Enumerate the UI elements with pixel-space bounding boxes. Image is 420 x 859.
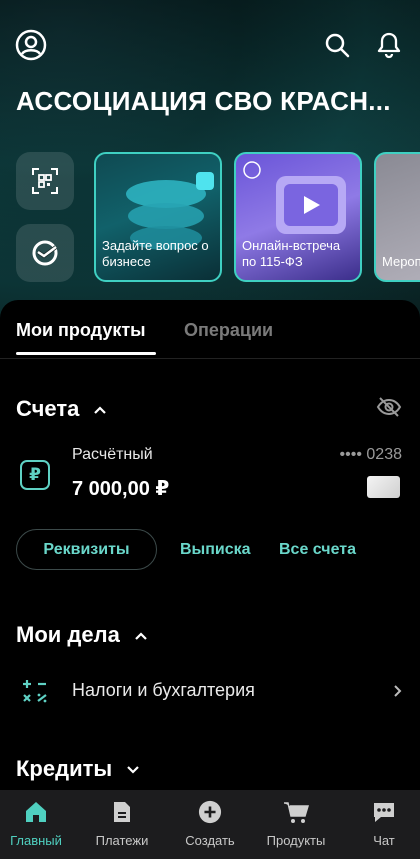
all-accounts-link[interactable]: Все счета: [279, 541, 356, 559]
tab-create[interactable]: Создать: [168, 800, 252, 848]
calculator-icon: [23, 680, 47, 703]
tab-my-products[interactable]: Мои продукты: [16, 320, 146, 341]
chevron-down-icon: [127, 766, 140, 774]
story-card-business-question[interactable]: Задайте вопрос о бизнесе: [94, 152, 222, 282]
tab-divider: [0, 358, 420, 359]
sber-logo-icon: [32, 240, 58, 266]
accounts-header[interactable]: Счета: [16, 396, 107, 422]
tab-chat[interactable]: Чат: [342, 800, 420, 848]
tab-label: Создать: [185, 833, 235, 848]
credits-header[interactable]: Кредиты: [16, 756, 140, 782]
ruble-account-icon: ₽: [20, 460, 50, 490]
tab-home[interactable]: Главный: [0, 800, 78, 848]
sber-logo-button[interactable]: [16, 224, 74, 282]
chevron-right-icon: [394, 685, 402, 697]
bell-icon[interactable]: [372, 28, 406, 62]
story-caption: Задайте вопрос о бизнесе: [102, 238, 209, 269]
tasks-header[interactable]: Мои дела: [16, 622, 148, 648]
plus-circle-icon: [198, 800, 222, 824]
organization-name[interactable]: АССОЦИАЦИЯ СВО КРАСН...: [16, 86, 391, 117]
chat-icon: [374, 803, 394, 822]
home-icon: [26, 802, 46, 822]
active-tab-indicator: [16, 352, 156, 355]
products-sheet: Мои продукты Операции Счета ₽ Расчётный …: [0, 300, 420, 790]
tasks-title: Мои дела: [16, 622, 120, 647]
story-card-event[interactable]: Мероп с эксп: [374, 152, 420, 282]
account-number: •••• 0238: [339, 446, 402, 463]
tab-label: Главный: [10, 833, 62, 848]
story-caption: Мероп с эксп: [382, 254, 420, 269]
statement-link[interactable]: Выписка: [180, 541, 251, 559]
account-balance[interactable]: 7 000,00 ₽: [72, 476, 169, 501]
card-thumbnail[interactable]: [367, 476, 400, 498]
cart-icon: [284, 802, 310, 823]
tab-products[interactable]: Продукты: [254, 800, 338, 848]
details-button[interactable]: Реквизиты: [16, 529, 157, 570]
story-card-online-meeting[interactable]: Онлайн-встреча по 115-ФЗ: [234, 152, 362, 282]
tasks-item-taxes[interactable]: Налоги и бухгалтерия: [0, 670, 420, 714]
profile-icon[interactable]: [14, 28, 48, 62]
tasks-item-label: Налоги и бухгалтерия: [72, 680, 255, 700]
tab-payments[interactable]: Платежи: [80, 800, 164, 848]
tab-label: Чат: [373, 833, 395, 848]
tab-label: Платежи: [95, 833, 149, 848]
top-bar: [14, 28, 406, 64]
chevron-up-icon: [94, 406, 107, 414]
account-name[interactable]: Расчётный: [72, 446, 153, 464]
qr-scan-button[interactable]: [16, 152, 74, 210]
accounts-title: Счета: [16, 396, 80, 421]
hide-balance-icon[interactable]: [376, 396, 402, 423]
chevron-up-icon: [135, 632, 147, 640]
bottom-tab-bar: Главный Платежи Создать Продукты Чат: [0, 790, 420, 859]
story-caption: Онлайн-встреча по 115-ФЗ: [242, 238, 341, 269]
document-icon: [114, 802, 130, 822]
credits-title: Кредиты: [16, 756, 113, 781]
tab-operations[interactable]: Операции: [184, 320, 273, 341]
qr-icon: [32, 168, 58, 194]
tab-label: Продукты: [266, 833, 326, 848]
search-icon[interactable]: [320, 28, 354, 62]
